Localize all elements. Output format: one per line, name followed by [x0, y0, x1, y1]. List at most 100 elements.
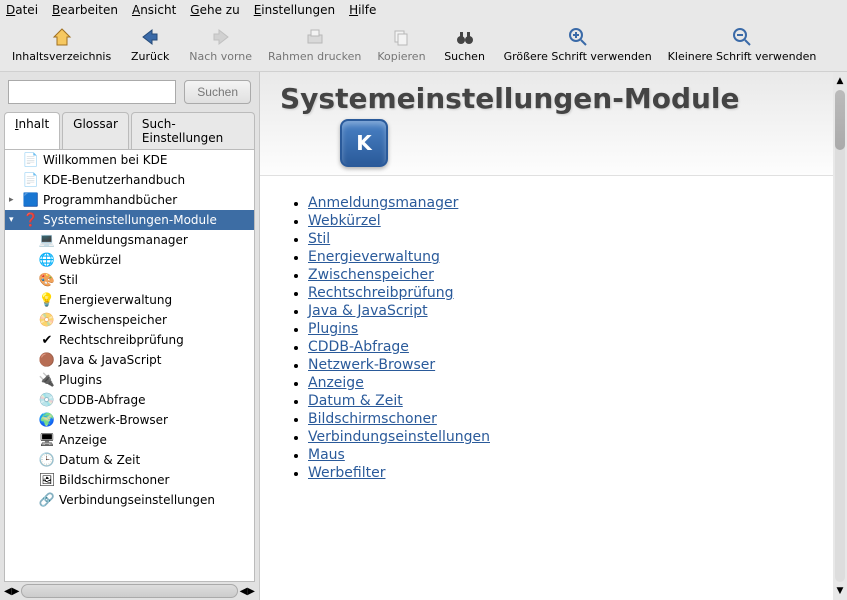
find-button[interactable]: Suchen [436, 24, 494, 65]
content-link[interactable]: Datum & Zeit [308, 393, 403, 409]
list-item: Verbindungseinstellungen [308, 428, 803, 446]
toc-button[interactable]: Inhaltsverzeichnis [6, 24, 117, 65]
zoom-out-icon [732, 26, 752, 48]
content-link[interactable]: CDDB-Abfrage [308, 339, 409, 355]
tree-item[interactable]: 🖥Anzeige [5, 430, 254, 450]
tree-item[interactable]: ▾❓Systemeinstellungen-Module [5, 210, 254, 230]
forward-button: Nach vorne [183, 24, 258, 65]
tree-item-label: Datum & Zeit [59, 453, 140, 467]
tree-item-label: Anmeldungsmanager [59, 233, 188, 247]
content-link[interactable]: Webkürzel [308, 213, 381, 229]
menu-edit[interactable]: Bearbeiten [52, 3, 118, 17]
doc-icon: 📄 [23, 172, 39, 188]
tree-item-label: Plugins [59, 373, 102, 387]
tree-item[interactable]: 💿CDDB-Abfrage [5, 390, 254, 410]
print-button: Rahmen drucken [262, 24, 367, 65]
copy-icon [391, 26, 411, 48]
list-item: Zwischenspeicher [308, 266, 803, 284]
tree-item[interactable]: 🕒Datum & Zeit [5, 450, 254, 470]
scroll-right-icon[interactable]: ◀▶ [240, 586, 255, 597]
list-item: Netzwerk-Browser [308, 356, 803, 374]
back-button[interactable]: Zurück [121, 24, 179, 65]
tree-item[interactable]: 📀Zwischenspeicher [5, 310, 254, 330]
vscroll-track[interactable] [835, 90, 845, 582]
list-item: Webkürzel [308, 212, 803, 230]
menu-help[interactable]: Hilfe [349, 3, 376, 17]
content-link[interactable]: Bildschirmschoner [308, 411, 437, 427]
content-link[interactable]: Energieverwaltung [308, 249, 440, 265]
back-icon [140, 26, 160, 48]
expander-icon[interactable]: ▾ [9, 215, 19, 225]
hscrollbar[interactable] [21, 584, 237, 598]
tree-item[interactable]: 🔌 Plugins [5, 370, 254, 390]
content-link[interactable]: Rechtschreibprüfung [308, 285, 454, 301]
content-link[interactable]: Java & JavaScript [308, 303, 428, 319]
hscroll-row: ◀▶ ◀▶ [0, 582, 259, 600]
tree-item-label: Webkürzel [59, 253, 121, 267]
scroll-left-icon[interactable]: ◀▶ [4, 586, 19, 597]
tree-item-label: Energieverwaltung [59, 293, 172, 307]
menu-settings[interactable]: Einstellungen [254, 3, 335, 17]
list-item: Plugins [308, 320, 803, 338]
tab-content[interactable]: Inhalt [4, 112, 60, 149]
tree-item[interactable]: 📄KDE-Benutzerhandbuch [5, 170, 254, 190]
kde-logo-icon: K [340, 119, 388, 167]
tree-item[interactable]: 🟤Java & JavaScript [5, 350, 254, 370]
tree-item[interactable]: 🌍Netzwerk-Browser [5, 410, 254, 430]
tree-item-label: Verbindungseinstellungen [59, 493, 215, 507]
tree-item-label: Anzeige [59, 433, 107, 447]
tree-item[interactable]: 🖼Bildschirmschoner [5, 470, 254, 490]
content-link[interactable]: Zwischenspeicher [308, 267, 434, 283]
style-icon: 🎨 [39, 272, 55, 288]
content-link[interactable]: Werbefilter [308, 465, 385, 481]
toolbar: Inhaltsverzeichnis Zurück Nach vorne Rah… [0, 20, 847, 72]
tree-item[interactable]: 🎨Stil [5, 270, 254, 290]
content-link[interactable]: Anzeige [308, 375, 364, 391]
content-link[interactable]: Anmeldungsmanager [308, 195, 458, 211]
content-tree[interactable]: 📄Willkommen bei KDE📄KDE-Benutzerhandbuch… [4, 149, 255, 582]
content-link[interactable]: Stil [308, 231, 330, 247]
vscroll-thumb[interactable] [835, 90, 845, 150]
list-item: Bildschirmschoner [308, 410, 803, 428]
content-link[interactable]: Maus [308, 447, 345, 463]
content-link[interactable]: Plugins [308, 321, 358, 337]
java-icon: 🟤 [39, 352, 55, 368]
scroll-up-icon[interactable]: ▲ [837, 76, 844, 86]
search-row: Suchen [0, 72, 259, 112]
plugin-icon: 🔌 [39, 372, 55, 388]
tree-item[interactable]: 📄Willkommen bei KDE [5, 150, 254, 170]
tree-item[interactable]: 🌐Webkürzel [5, 250, 254, 270]
search-button[interactable]: Suchen [184, 80, 251, 104]
list-item: CDDB-Abfrage [308, 338, 803, 356]
content-link[interactable]: Verbindungseinstellungen [308, 429, 490, 445]
tree-item-label: Zwischenspeicher [59, 313, 167, 327]
list-item: Anzeige [308, 374, 803, 392]
tree-item[interactable]: 💡Energieverwaltung [5, 290, 254, 310]
zoom-in-button[interactable]: Größere Schrift verwenden [498, 24, 658, 65]
zoom-in-icon [568, 26, 588, 48]
tree-item[interactable]: 💻Anmeldungsmanager [5, 230, 254, 250]
menu-view[interactable]: Ansicht [132, 3, 176, 17]
menubar: Datei Bearbeiten Ansicht Gehe zu Einstel… [0, 0, 847, 20]
screensaver-icon: 🖼 [39, 472, 55, 488]
tab-search-settings[interactable]: Such-Einstellungen [131, 112, 255, 149]
list-item: Stil [308, 230, 803, 248]
content-link[interactable]: Netzwerk-Browser [308, 357, 435, 373]
menu-go[interactable]: Gehe zu [190, 3, 239, 17]
menu-file[interactable]: Datei [6, 3, 38, 17]
doc-icon: 📄 [23, 152, 39, 168]
list-item: Java & JavaScript [308, 302, 803, 320]
content-inner: Systemeinstellungen-Module K Anmeldungsm… [260, 72, 833, 600]
kde-icon: 🟦 [23, 192, 39, 208]
zoom-out-button[interactable]: Kleinere Schrift verwenden [662, 24, 823, 65]
tree-item[interactable]: ✔Rechtschreibprüfung [5, 330, 254, 350]
tree-item[interactable]: 🔗Verbindungseinstellungen [5, 490, 254, 510]
vscrollbar[interactable]: ▲ ▼ [833, 72, 847, 600]
expander-icon[interactable]: ▸ [9, 195, 19, 205]
tree-item[interactable]: ▸🟦Programmhandbücher [5, 190, 254, 210]
list-item: Energieverwaltung [308, 248, 803, 266]
main: Suchen Inhalt Glossar Such-Einstellungen… [0, 72, 847, 600]
scroll-down-icon[interactable]: ▼ [837, 586, 844, 596]
search-input[interactable] [8, 80, 176, 104]
tab-glossary[interactable]: Glossar [62, 112, 129, 149]
